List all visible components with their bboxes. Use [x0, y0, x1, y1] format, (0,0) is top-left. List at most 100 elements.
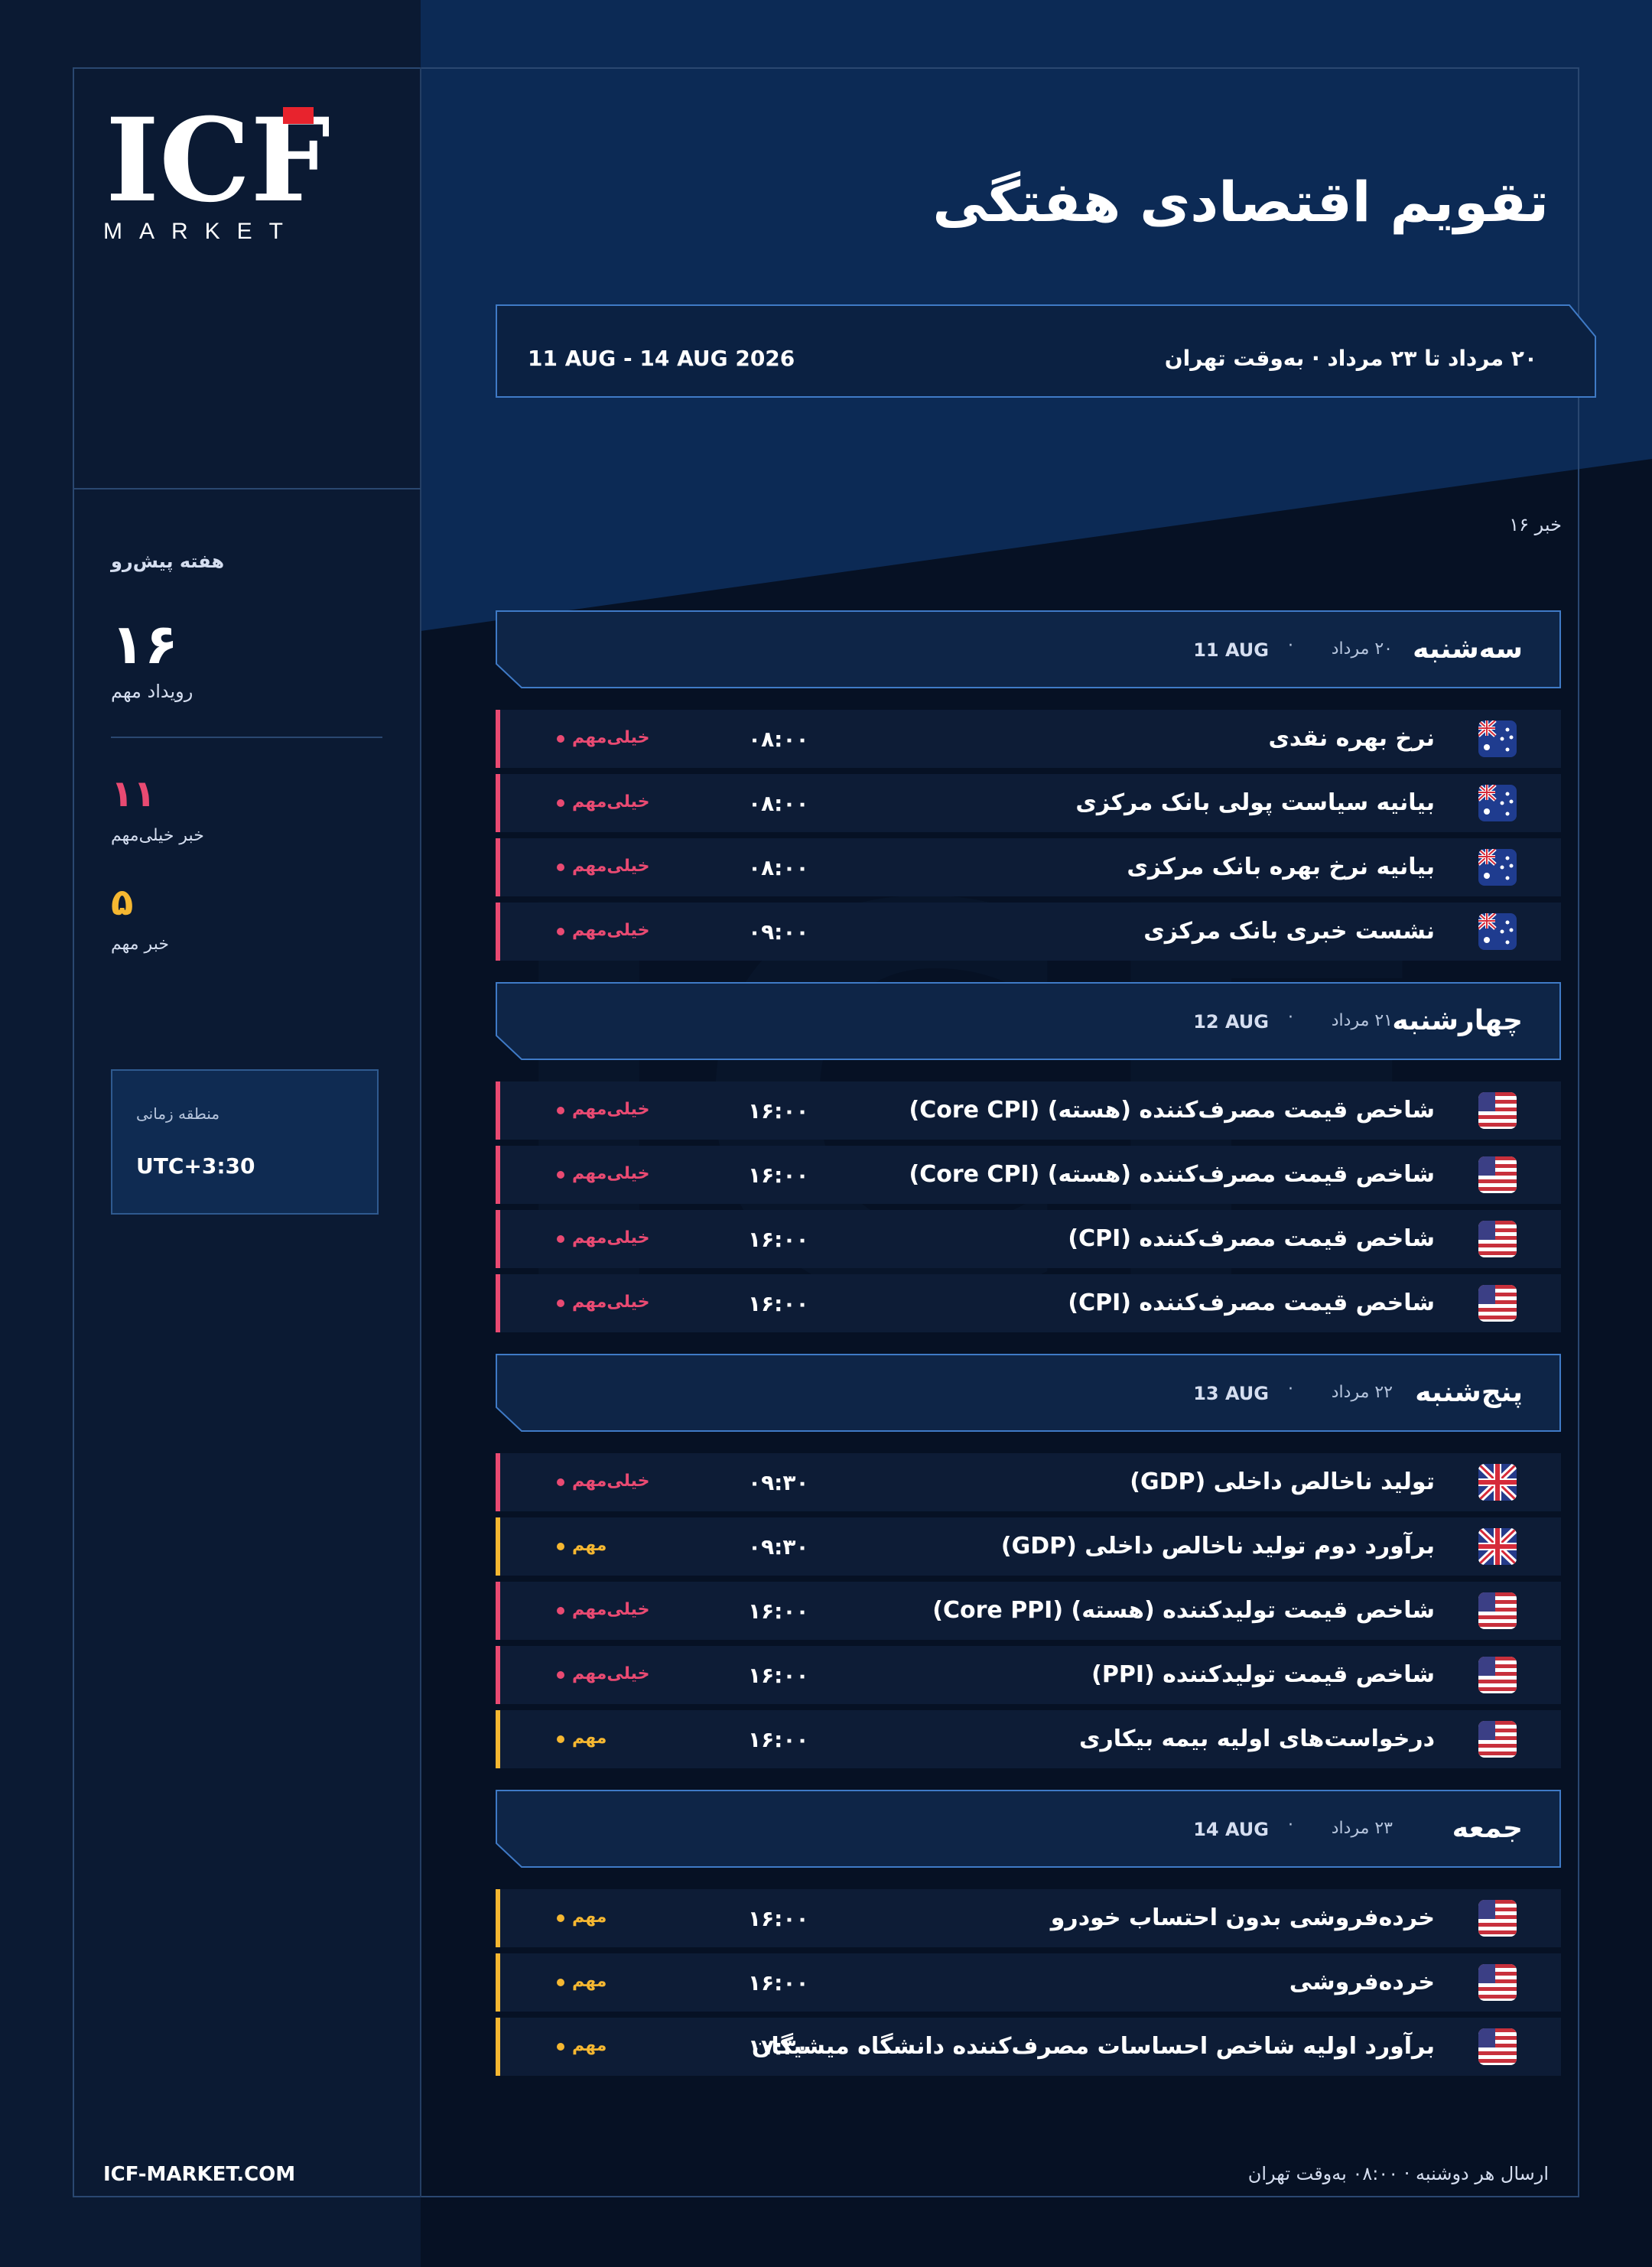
event-row[interactable]: نشست خبری بانک مرکزی ۰۹:۰۰ خیلی‌مهم: [496, 903, 1561, 961]
day-name: چهارشنبه: [1392, 1005, 1523, 1036]
importance-dot: [557, 1299, 564, 1307]
day-header-shape: [496, 1354, 1561, 1432]
event-row[interactable]: شاخص قیمت مصرف‌کننده (CPI) ۱۶:۰۰ خیلی‌مهم: [496, 1274, 1561, 1332]
day-date-fa: ۲۲ مرداد: [1331, 1383, 1393, 1402]
date-separator: ·: [1288, 1008, 1293, 1027]
event-row[interactable]: شاخص قیمت مصرف‌کننده (CPI) ۱۶:۰۰ خیلی‌مهم: [496, 1210, 1561, 1268]
day-header-shape: [496, 1790, 1561, 1868]
au-flag-icon: [1478, 720, 1517, 757]
us-flag-icon: [1478, 2028, 1517, 2065]
event-time: ۰۸:۰۰: [748, 791, 809, 816]
event-row[interactable]: شاخص قیمت مصرف‌کننده (هسته) (Core CPI) ۱۶…: [496, 1081, 1561, 1140]
us-flag-icon: [1478, 1900, 1517, 1937]
event-time: ۰۹:۳۰: [748, 1534, 809, 1560]
event-time: ۰۸:۰۰: [748, 855, 809, 880]
event-row[interactable]: نرخ بهره نقدی ۰۸:۰۰ خیلی‌مهم: [496, 710, 1561, 768]
event-time: ۱۶:۰۰: [748, 1663, 809, 1688]
importance-label: مهم: [572, 1972, 607, 1991]
event-name: تولید ناخالص داخلی (GDP): [1130, 1469, 1435, 1495]
importance-dot: [557, 1914, 564, 1922]
event-time: ۱۶:۰۰: [748, 1599, 809, 1624]
importance-bar: [496, 774, 500, 832]
day-header: سه‌شنبه ۲۰ مرداد · 11 AUG: [496, 610, 1561, 688]
timezone-label: منطقه زمانی: [136, 1104, 220, 1123]
sidebar-divider: [111, 737, 382, 738]
event-row[interactable]: خرده‌فروشی ۱۶:۰۰ مهم: [496, 1953, 1561, 2012]
event-row[interactable]: شاخص قیمت تولیدکننده (PPI) ۱۶:۰۰ خیلی‌مهم: [496, 1646, 1561, 1704]
day-name: پنج‌شنبه: [1415, 1377, 1523, 1408]
importance-label: خیلی‌مهم: [572, 921, 650, 940]
date-range-en: 11 AUG - 14 AUG 2026: [528, 346, 795, 371]
importance-dot: [557, 1235, 564, 1243]
page-title: تقویم اقتصادی هفتگی: [932, 170, 1549, 234]
importance-bar: [496, 1710, 500, 1768]
us-flag-icon: [1478, 1721, 1517, 1758]
importance-dot: [557, 735, 564, 743]
importance-bar: [496, 1953, 500, 2012]
event-row[interactable]: خرده‌فروشی بدون احتساب خودرو ۱۶:۰۰ مهم: [496, 1889, 1561, 1947]
event-row[interactable]: شاخص قیمت تولیدکننده (هسته) (Core PPI) ۱۶…: [496, 1582, 1561, 1640]
importance-dot: [557, 1979, 564, 1986]
importance-bar: [496, 903, 500, 961]
event-name: شاخص قیمت مصرف‌کننده (CPI): [1068, 1225, 1435, 1252]
website-link[interactable]: ICF-MARKET.COM: [103, 2163, 295, 2186]
importance-label: خیلی‌مهم: [572, 857, 650, 876]
importance-bar: [496, 1582, 500, 1640]
importance-bar: [496, 710, 500, 768]
date-separator: ·: [1288, 1816, 1293, 1835]
event-row[interactable]: برآورد دوم تولید ناخالص داخلی (GDP) ۰۹:۳۰…: [496, 1517, 1561, 1576]
sidebar-panel: [73, 488, 421, 2197]
event-row[interactable]: درخواست‌های اولیه بیمه بیکاری ۱۶:۰۰ مهم: [496, 1710, 1561, 1768]
event-time: ۰۸:۰۰: [748, 727, 809, 752]
event-row[interactable]: شاخص قیمت مصرف‌کننده (هسته) (Core CPI) ۱۶…: [496, 1146, 1561, 1204]
day-date-fa: ۲۳ مرداد: [1331, 1819, 1393, 1838]
importance-dot: [557, 1171, 564, 1179]
importance-bar: [496, 1517, 500, 1576]
importance-bar: [496, 2018, 500, 2076]
high-count: ۵: [111, 881, 134, 924]
event-time: ۱۶:۰۰: [748, 1727, 809, 1752]
event-row[interactable]: برآورد اولیه شاخص احساسات مصرف‌کننده دان…: [496, 2018, 1561, 2076]
importance-bar: [496, 1646, 500, 1704]
importance-dot: [557, 1107, 564, 1114]
event-row[interactable]: بیانیه نرخ بهره بانک مرکزی ۰۸:۰۰ خیلی‌مهم: [496, 838, 1561, 896]
event-row[interactable]: تولید ناخالص داخلی (GDP) ۰۹:۳۰ خیلی‌مهم: [496, 1453, 1561, 1511]
au-flag-icon: [1478, 849, 1517, 886]
event-time: ۱۶:۰۰: [748, 1098, 809, 1124]
importance-label: خیلی‌مهم: [572, 1472, 650, 1491]
day-name: جمعه: [1452, 1813, 1523, 1844]
importance-dot: [557, 864, 564, 871]
us-flag-icon: [1478, 1592, 1517, 1629]
uk-flag-icon: [1478, 1528, 1517, 1565]
event-time: ۱۶:۰۰: [748, 1970, 809, 1995]
event-name: خرده‌فروشی: [1289, 1969, 1435, 1995]
logo-sub: MARKET: [103, 219, 300, 244]
event-time: ۰۹:۳۰: [748, 1470, 809, 1495]
importance-dot: [557, 1478, 564, 1486]
us-flag-icon: [1478, 1092, 1517, 1129]
importance-dot: [557, 1671, 564, 1679]
timezone-value: UTC+3:30: [136, 1153, 255, 1179]
high-label: خبر مهم: [111, 935, 169, 954]
date-separator: ·: [1288, 636, 1293, 655]
importance-label: خیلی‌مهم: [572, 1293, 650, 1312]
day-date-fa: ۲۱ مرداد: [1331, 1011, 1393, 1030]
date-separator: ·: [1288, 1380, 1293, 1399]
us-flag-icon: [1478, 1657, 1517, 1693]
event-name: شاخص قیمت تولیدکننده (PPI): [1091, 1661, 1435, 1688]
importance-dot: [557, 799, 564, 807]
day-name: سه‌شنبه: [1413, 633, 1523, 665]
event-time: ۱۶:۰۰: [748, 1227, 809, 1252]
day-date-fa: ۲۰ مرداد: [1331, 639, 1393, 659]
icf-logo: ICF MARKET: [103, 101, 329, 244]
event-time: ۱۷:۳۰: [748, 2034, 809, 2060]
importance-bar: [496, 1081, 500, 1140]
event-name: برآورد دوم تولید ناخالص داخلی (GDP): [1000, 1533, 1435, 1560]
event-time: ۱۶:۰۰: [748, 1906, 809, 1931]
day-date-en: 13 AUG: [1193, 1383, 1269, 1404]
event-name: شاخص قیمت تولیدکننده (هسته) (Core PPI): [932, 1597, 1435, 1624]
event-name: شاخص قیمت مصرف‌کننده (هسته) (Core CPI): [909, 1161, 1436, 1188]
importance-label: خیلی‌مهم: [572, 1100, 650, 1119]
au-flag-icon: [1478, 785, 1517, 821]
event-row[interactable]: بیانیه سیاست پولی بانک مرکزی ۰۸:۰۰ خیلی‌مه…: [496, 774, 1561, 832]
